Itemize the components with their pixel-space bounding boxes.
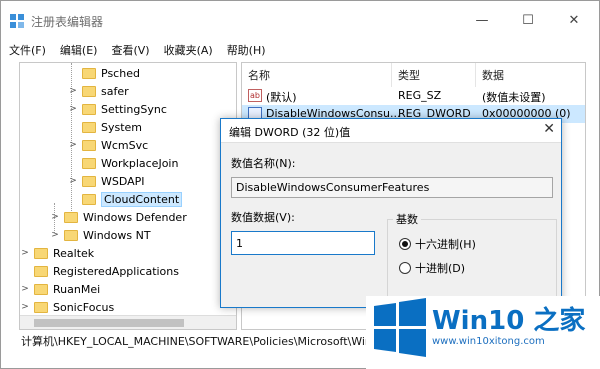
registry-tree[interactable]: Psched > safer > SettingSync System > Wc…	[19, 62, 237, 330]
tree-item[interactable]: > Windows NT	[50, 226, 151, 244]
folder-icon	[34, 283, 48, 295]
folder-icon	[82, 67, 96, 79]
folder-icon	[34, 247, 48, 259]
tree-item[interactable]: > safer	[68, 82, 129, 100]
tree-item-label: SonicFocus	[53, 300, 115, 314]
folder-icon	[34, 265, 48, 277]
radio-dec[interactable]	[399, 262, 411, 274]
tree-item-label: WcmSvc	[101, 138, 149, 152]
menu-help[interactable]: 帮助(H)	[227, 42, 266, 58]
tree-item-label: RegisteredApplications	[53, 264, 179, 278]
tree-expander[interactable]: >	[20, 302, 30, 312]
tree-horizontal-scrollbar[interactable]	[20, 315, 236, 329]
folder-icon	[82, 175, 96, 187]
tree-item[interactable]: WorkplaceJoin	[68, 154, 178, 172]
column-header-name[interactable]: 名称	[242, 63, 392, 87]
maximize-button[interactable]: ☐	[505, 1, 551, 39]
value-type: REG_SZ	[398, 89, 442, 102]
tree-item-label: Windows Defender	[83, 210, 187, 224]
tree-item[interactable]: > RuanMei	[20, 280, 100, 298]
tree-expander[interactable]: >	[68, 104, 78, 114]
windows-logo-icon	[374, 298, 426, 357]
column-header-data[interactable]: 数据	[476, 63, 585, 87]
dialog-title-bar: 编辑 DWORD (32 位)值 ✕	[221, 119, 561, 143]
tree-item[interactable]: Psched	[68, 64, 140, 82]
close-button[interactable]: ✕	[551, 1, 597, 39]
tree-item-label: SettingSync	[101, 102, 167, 116]
folder-icon	[64, 211, 78, 223]
window-title: 注册表编辑器	[31, 15, 104, 29]
tree-item[interactable]: > Realtek	[20, 244, 94, 262]
column-header-type[interactable]: 类型	[392, 63, 476, 87]
tree-expander[interactable]: >	[68, 86, 78, 96]
folder-icon	[82, 193, 96, 205]
tree-item-label: CloudContent	[101, 191, 183, 207]
folder-icon	[82, 85, 96, 97]
dialog-title: 编辑 DWORD (32 位)值	[229, 126, 351, 139]
value-data: (数值未设置)	[482, 91, 546, 104]
folder-icon	[64, 229, 78, 241]
title-bar: 注册表编辑器 — ☐ ✕	[1, 1, 599, 39]
tree-item-label: RuanMei	[53, 282, 101, 296]
tree-expander[interactable]: >	[68, 176, 78, 186]
tree-item-label: Psched	[101, 66, 140, 80]
scrollbar-thumb[interactable]	[34, 319, 184, 327]
value-name-label: 数值名称(N):	[231, 157, 296, 170]
radio-hex[interactable]	[399, 238, 411, 250]
tree-expander[interactable]: >	[20, 284, 30, 294]
folder-icon	[82, 103, 96, 115]
folder-icon	[82, 139, 96, 151]
watermark-title: Win10 之家	[432, 306, 586, 336]
menu-bar: 文件(F) 编辑(E) 查看(V) 收藏夹(A) 帮助(H)	[1, 39, 599, 61]
tree-expander[interactable]: >	[50, 212, 60, 222]
menu-edit[interactable]: 编辑(E)	[60, 42, 98, 58]
radio-hex-label: 十六进制(H)	[415, 238, 476, 251]
menu-view[interactable]: 查看(V)	[111, 42, 149, 58]
tree-item[interactable]: > WSDAPI	[68, 172, 145, 190]
watermark-url: www.win10xitong.com	[432, 336, 545, 347]
tree-item[interactable]: RegisteredApplications	[20, 262, 179, 280]
edit-dword-dialog: 编辑 DWORD (32 位)值 ✕ 数值名称(N): DisableWindo…	[220, 118, 562, 308]
list-row[interactable]: ab (默认) REG_SZ (数值未设置)	[242, 87, 585, 105]
tree-item-label: safer	[101, 84, 129, 98]
tree-item[interactable]: > WcmSvc	[68, 136, 148, 154]
tree-item-label: WorkplaceJoin	[101, 156, 179, 170]
radio-dec-option[interactable]: 十进制(D)	[399, 260, 465, 276]
string-value-icon: ab	[248, 89, 262, 102]
tree-item-label: System	[101, 120, 143, 134]
menu-favorites[interactable]: 收藏夹(A)	[164, 42, 213, 58]
tree-expander[interactable]: >	[68, 140, 78, 150]
tree-item-selected[interactable]: CloudContent	[68, 190, 183, 208]
tree-item-label: Realtek	[53, 246, 95, 260]
folder-icon	[82, 157, 96, 169]
registry-app-icon	[10, 14, 24, 28]
dialog-close-button[interactable]: ✕	[543, 121, 555, 137]
folder-icon	[34, 301, 48, 313]
folder-icon	[82, 121, 96, 133]
tree-expander[interactable]: >	[20, 248, 30, 258]
radio-dec-label: 十进制(D)	[415, 262, 466, 275]
value-name: (默认)	[266, 91, 297, 104]
dialog-body: 数值名称(N): DisableWindowsConsumerFeatures …	[221, 143, 561, 307]
value-name-field[interactable]: DisableWindowsConsumerFeatures	[231, 177, 553, 198]
tree-item-label: Windows NT	[83, 228, 151, 242]
value-data-input[interactable]: 1	[231, 231, 375, 255]
win10-watermark: Win10 之家 www.win10xitong.com	[366, 296, 600, 369]
tree-item[interactable]: System	[68, 118, 142, 136]
value-data-label: 数值数据(V):	[231, 211, 295, 224]
tree-item[interactable]: > SonicFocus	[20, 298, 114, 316]
tree-item[interactable]: > SettingSync	[68, 100, 167, 118]
menu-file[interactable]: 文件(F)	[9, 42, 46, 58]
minimize-button[interactable]: —	[459, 1, 505, 39]
tree-expander[interactable]: >	[50, 230, 60, 240]
tree-item-label: WSDAPI	[101, 174, 145, 188]
tree-item[interactable]: > Windows Defender	[50, 208, 187, 226]
base-label: 基数	[393, 211, 421, 227]
base-group-box	[387, 219, 557, 299]
radio-hex-option[interactable]: 十六进制(H)	[399, 236, 476, 252]
